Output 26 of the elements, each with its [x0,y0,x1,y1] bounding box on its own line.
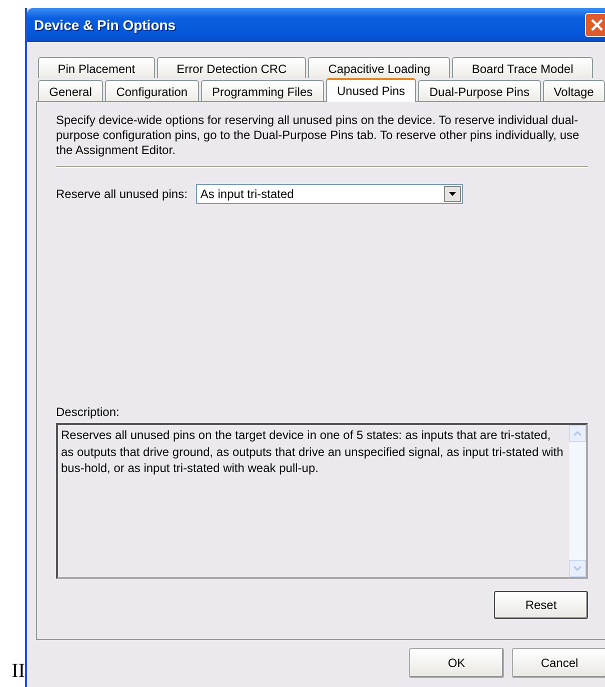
description-text: Reserves all unused pins on the target device in one of 5 states: as inputs that are tri-stated, as outputs that drive ground, as outputs that drive an unspecified signal, as input tri-stated with bus-hold, or as input tri-stated with weak pull-up. [60,427,564,477]
close-button[interactable] [585,13,605,37]
tab[interactable]: Configuration [105,80,199,101]
reset-button[interactable]: Reset [494,591,588,619]
margin-text: II [12,659,25,683]
scrollbar[interactable] [569,425,586,577]
ok-button[interactable]: OK [409,648,504,678]
tab[interactable]: Capacitive Loading [308,57,450,78]
tab[interactable]: Unused Pins [326,78,416,102]
tab[interactable]: Pin Placement [38,57,155,78]
tab[interactable]: General [38,80,104,101]
reserve-dropdown[interactable]: As input tri-stated [196,184,464,204]
description-label: Description: [56,405,120,419]
tab[interactable]: Voltage [542,80,605,101]
cancel-button[interactable]: Cancel [512,648,605,678]
tab[interactable]: Dual-Purpose Pins [418,80,541,101]
tab[interactable]: Programming Files [200,80,324,101]
instructions-text: Specify device-wide options for reserving all unused pins on the device. To reserve individual dual-purpose configuration pins, go to the Dual-Purpose Pins tab. To reserve other pins individually, use the Assignment Editor. [56,113,580,158]
scroll-down-icon[interactable] [573,566,582,571]
scroll-up-icon[interactable] [573,431,582,436]
window-title: Device & Pin Options [33,17,176,33]
tab[interactable]: Board Trace Model [452,57,593,78]
dropdown-arrow-icon [449,192,456,196]
field-label: Reserve all unused pins: [56,187,188,201]
close-icon [591,19,603,31]
tab[interactable]: Error Detection CRC [156,57,306,78]
